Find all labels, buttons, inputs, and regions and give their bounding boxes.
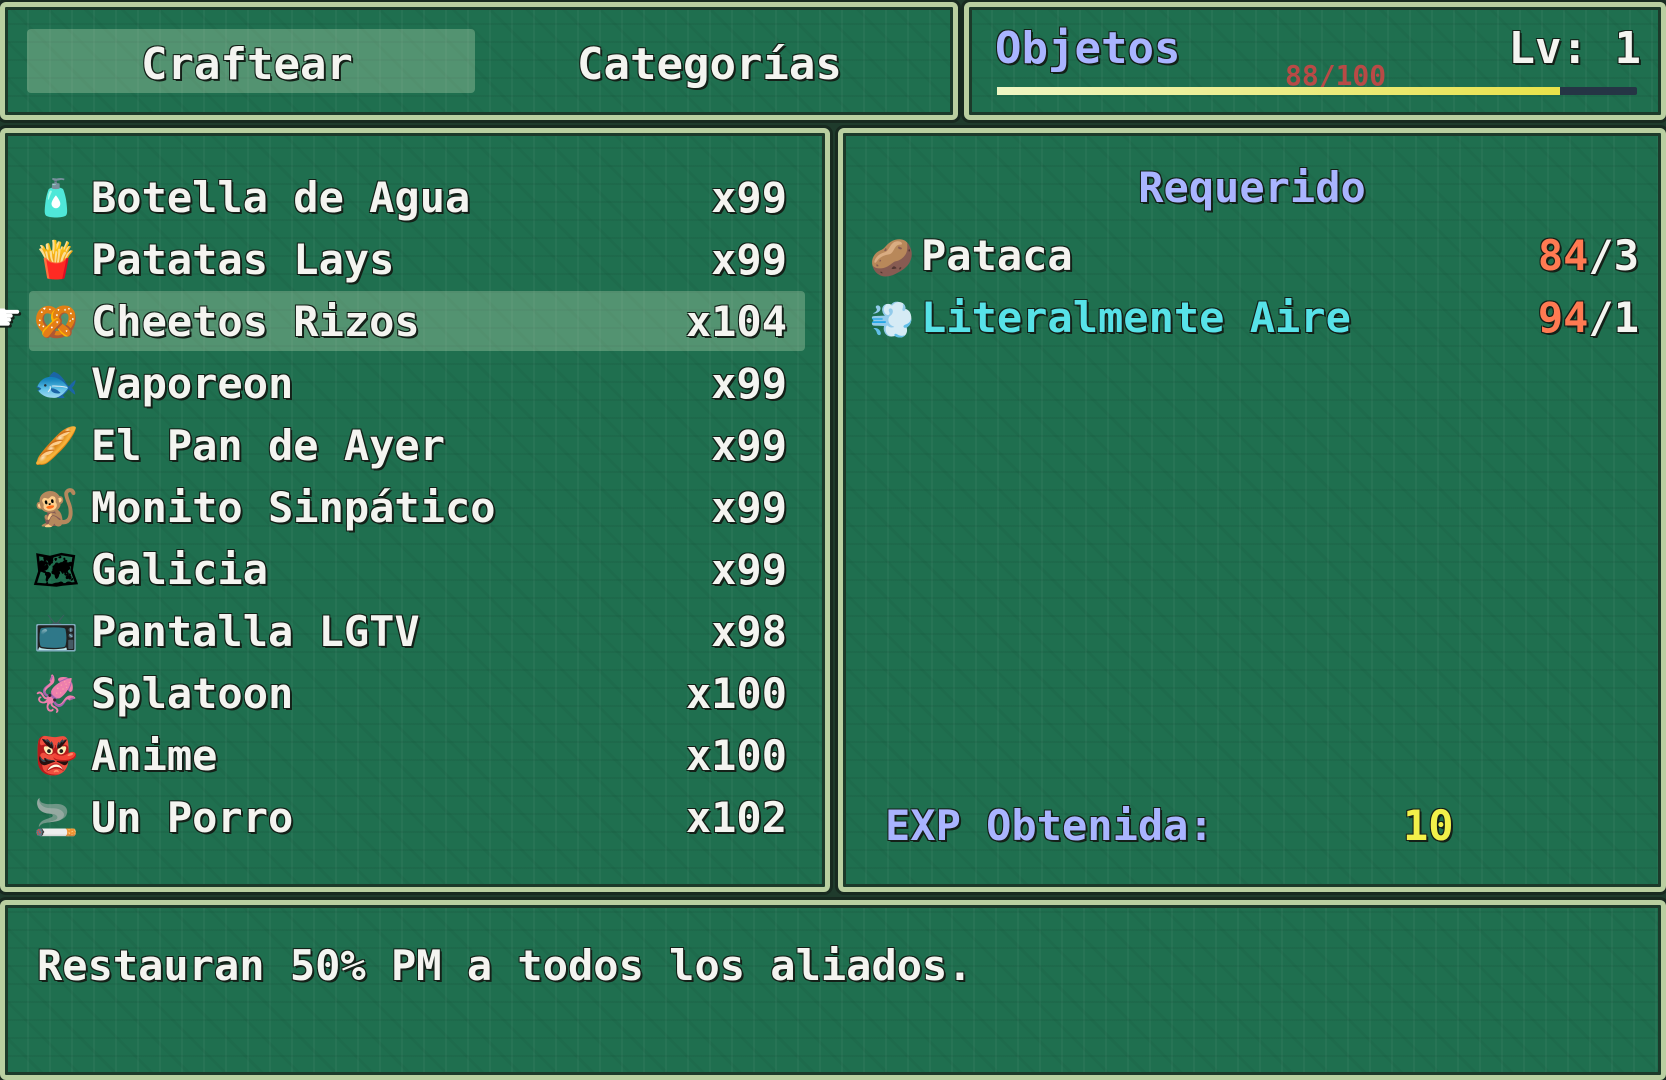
objects-title: Objetos xyxy=(995,23,1181,74)
item-name: Anime xyxy=(91,731,218,780)
exp-value: 10 xyxy=(1403,801,1454,850)
item-row[interactable]: 🥖 El Pan de Ayer x99 xyxy=(29,415,805,475)
material-need: /1 xyxy=(1588,293,1639,342)
experience-gauge xyxy=(997,87,1637,95)
exp-label: EXP Obtenida: xyxy=(885,801,1214,850)
item-name: Vaporeon xyxy=(91,359,294,408)
bread-icon: 🥖 xyxy=(33,426,79,467)
item-name: Splatoon xyxy=(91,669,294,718)
item-count: x99 xyxy=(711,545,787,594)
potato-icon: 🥔 xyxy=(869,238,915,279)
item-row[interactable]: 🚬 Un Porro x102 xyxy=(29,787,805,847)
material-name: Literalmente Aire xyxy=(921,293,1351,342)
hand-pointer-icon: ☛ xyxy=(0,295,21,341)
material-have: 94 xyxy=(1537,293,1589,342)
status-window: Objetos 88/100 Lv: 1 xyxy=(964,2,1666,120)
monkey-icon: 🐒 xyxy=(33,488,79,529)
item-row[interactable]: 🧴 Botella de Agua x99 xyxy=(29,167,805,227)
material-row: 🥔 Pataca 84/3 xyxy=(869,227,1639,287)
item-row[interactable]: 🦑 Splatoon x100 xyxy=(29,663,805,723)
item-name: Monito Sinpático xyxy=(91,483,496,532)
item-row[interactable]: 👺 Anime x100 xyxy=(29,725,805,785)
level-text: Lv: 1 xyxy=(1508,23,1641,74)
item-count: x99 xyxy=(711,359,787,408)
item-row[interactable]: 🗺 Galicia x99 xyxy=(29,539,805,599)
item-count: x99 xyxy=(711,173,787,222)
tv-screen-icon: 📺 xyxy=(33,612,79,653)
item-name: Botella de Agua xyxy=(91,173,471,222)
item-count: x100 xyxy=(685,669,787,718)
chips-bag-icon: 🍟 xyxy=(33,240,79,281)
item-list-window: 🧴 Botella de Agua x99 🍟 Patatas Lays x99 🥨 Chee… xyxy=(0,128,830,892)
item-name: Pantalla LGTV xyxy=(91,607,420,656)
air-icon: 💨 xyxy=(869,300,915,341)
item-row[interactable]: 🐟 Vaporeon x99 xyxy=(29,353,805,413)
item-row[interactable]: 📺 Pantalla LGTV x98 xyxy=(29,601,805,661)
help-text: Restauran 50% PM a todos los aliados. xyxy=(37,941,973,990)
item-name: Galicia xyxy=(91,545,269,594)
command-window: Craftear Categorías xyxy=(0,2,958,120)
item-name: Cheetos Rizos xyxy=(91,297,420,346)
material-quantity: 94/1 xyxy=(1538,293,1639,342)
requirements-window: Requerido 🥔 Pataca 84/3 💨 Literalmente Aire 9… xyxy=(838,128,1666,892)
item-count: x104 xyxy=(685,297,787,346)
item-count: x99 xyxy=(711,235,787,284)
experience-gauge-fill xyxy=(997,87,1561,95)
item-count: x102 xyxy=(685,793,787,842)
material-need: /3 xyxy=(1588,231,1639,280)
item-row[interactable]: 🍟 Patatas Lays x99 xyxy=(29,229,805,289)
material-have: 84 xyxy=(1537,231,1589,280)
item-name: El Pan de Ayer xyxy=(91,421,446,470)
help-window: Restauran 50% PM a todos los aliados. xyxy=(0,900,1666,1080)
material-name: Pataca xyxy=(921,231,1073,280)
item-count: x100 xyxy=(685,731,787,780)
vaporeon-icon: 🐟 xyxy=(33,364,79,405)
item-name: Un Porro xyxy=(91,793,294,842)
item-row[interactable]: 🥨 Cheetos Rizos x104 xyxy=(29,291,805,351)
item-count: x98 xyxy=(711,607,787,656)
requirements-title: Requerido xyxy=(1138,163,1366,212)
joint-icon: 🚬 xyxy=(33,798,79,839)
material-row: 💨 Literalmente Aire 94/1 xyxy=(869,289,1639,349)
water-bottle-icon: 🧴 xyxy=(33,178,79,219)
command-categorias[interactable]: Categorías xyxy=(577,39,842,90)
command-craftear[interactable]: Craftear xyxy=(141,39,353,90)
galicia-map-icon: 🗺 xyxy=(33,550,79,591)
splatoon-icon: 🦑 xyxy=(33,674,79,715)
anime-icon: 👺 xyxy=(33,736,79,777)
item-name: Patatas Lays xyxy=(91,235,395,284)
item-row[interactable]: 🐒 Monito Sinpático x99 xyxy=(29,477,805,537)
item-count: x99 xyxy=(711,483,787,532)
material-quantity: 84/3 xyxy=(1538,231,1639,280)
item-count: x99 xyxy=(711,421,787,470)
